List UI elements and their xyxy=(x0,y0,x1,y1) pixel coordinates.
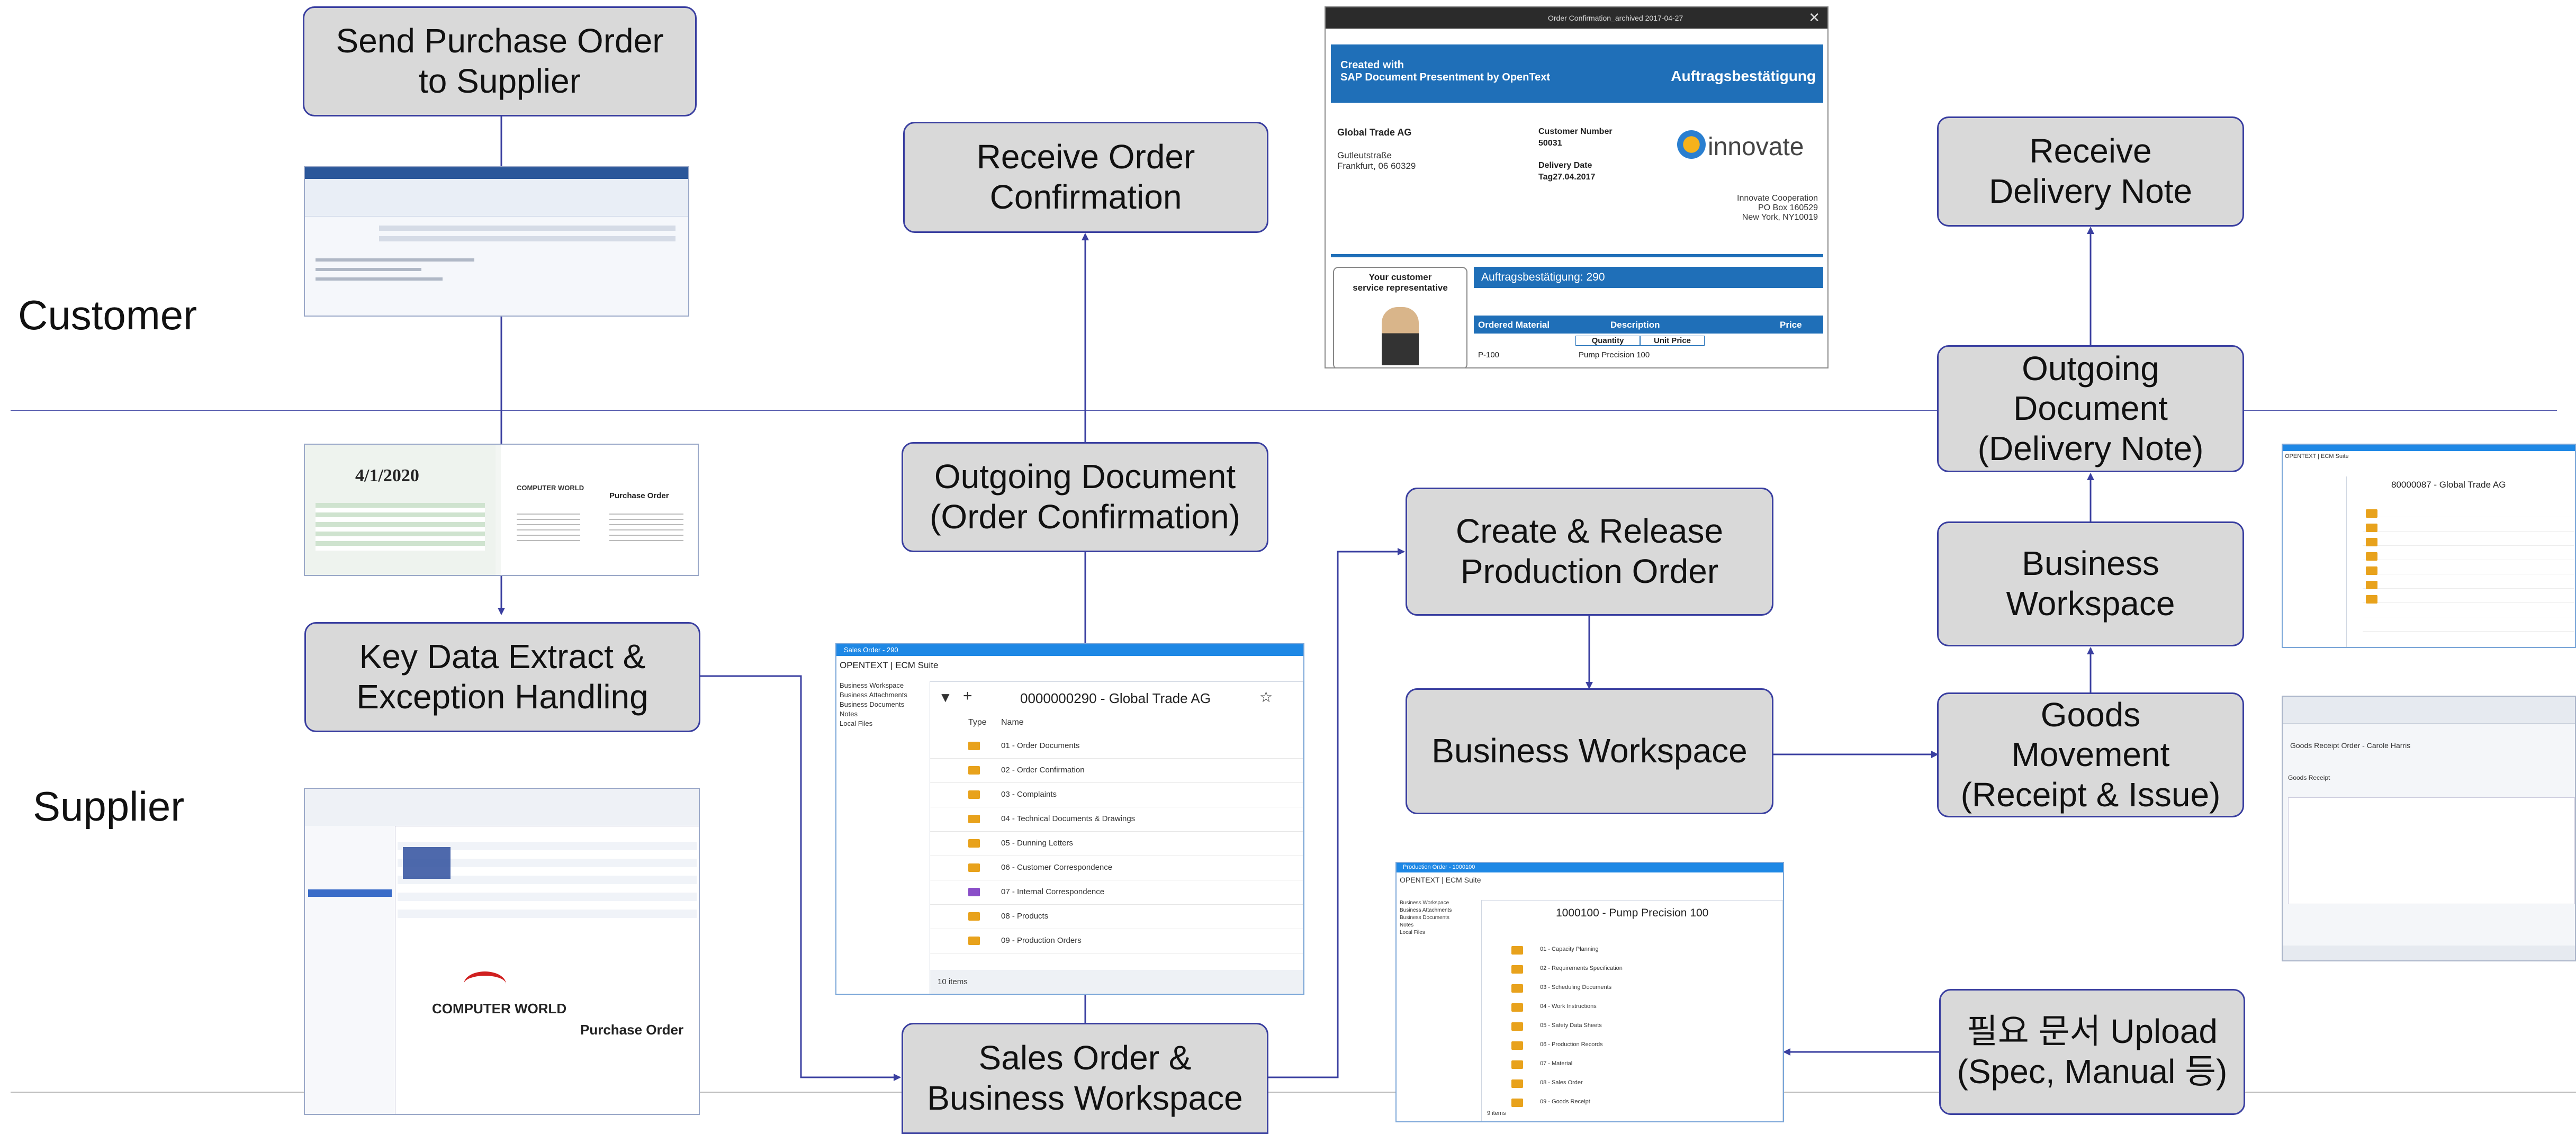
pdf-delivery-date-label: Delivery Date xyxy=(1538,161,1592,170)
star-icon[interactable]: ☆ xyxy=(1259,688,1273,706)
outlook-email-thumbnail xyxy=(304,166,689,317)
ecm-prod-nav-1[interactable]: Business Attachments xyxy=(1400,907,1474,915)
ecm-prod-brand: OPENTEXT | ECM Suite xyxy=(1400,876,1481,884)
ecm-production-order-window: Production Order - 1000100 OPENTEXT | EC… xyxy=(1395,862,1784,1122)
ecm-prod-nav-4[interactable]: Local Files xyxy=(1400,930,1474,937)
list-item[interactable]: 03 - Scheduling Documents xyxy=(1540,984,1611,991)
ecm-prod-footer: 9 items xyxy=(1487,1110,1506,1117)
pdf-row-description: Pump Precision 100 xyxy=(1579,350,1650,359)
list-item[interactable]: 01 - Capacity Planning xyxy=(1540,946,1599,952)
key-data-extract-box: Key Data Extract & Exception Handling xyxy=(304,622,700,732)
opentext-business-center-thumbnail: COMPUTER WORLD Purchase Order xyxy=(304,788,700,1115)
ecm-sales-brand: OPENTEXT | ECM Suite xyxy=(840,660,939,670)
table-row[interactable]: 06 - Customer Correspondence xyxy=(930,856,1303,880)
pdf-toolbar-title: Order Confirmation_archived 2017-04-27 xyxy=(1548,14,1683,22)
outgoing-delivery-note-box: Outgoing Document (Delivery Note) xyxy=(1937,345,2244,472)
ecm-prod-header: 1000100 - Pump Precision 100 xyxy=(1556,907,1709,919)
goods-movement-box: Goods Movement (Receipt & Issue) xyxy=(1937,692,2244,817)
scan-company: COMPUTER WORLD xyxy=(517,484,584,492)
table-row[interactable]: 01 - Order Documents xyxy=(930,734,1303,759)
pdf-rep-label: Your customer service representative xyxy=(1353,272,1448,293)
list-item[interactable]: 05 - Safety Data Sheets xyxy=(1540,1022,1602,1029)
pdf-created-with: Created with SAP Document Presentment by… xyxy=(1340,59,1551,83)
create-release-production-order-box: Create & Release Production Order xyxy=(1406,488,1773,616)
pdf-col-unit-price: Unit Price xyxy=(1640,336,1705,346)
table-row[interactable]: 04 - Technical Documents & Drawings xyxy=(930,807,1303,832)
ecm-sales-nav-2[interactable]: Business Documents xyxy=(840,700,924,710)
send-purchase-order-box: Send Purchase Order to Supplier xyxy=(303,6,697,116)
sales-order-business-workspace-box: Sales Order & Business Workspace xyxy=(902,1023,1268,1134)
ecm-sales-footer: 10 items xyxy=(938,977,968,986)
ecm-sales-order-window: Sales Order - 290 OPENTEXT | ECM Suite B… xyxy=(835,643,1304,995)
ecm-prod-nav-3[interactable]: Notes xyxy=(1400,922,1474,930)
filter-icon[interactable]: ▼ xyxy=(939,689,952,706)
sap-goods-receipt-window: Goods Receipt Order - Carole Harris Good… xyxy=(2282,696,2576,961)
add-icon[interactable]: + xyxy=(963,687,972,705)
list-item[interactable]: 04 - Work Instructions xyxy=(1540,1003,1597,1010)
representative-photo xyxy=(1382,307,1419,365)
scan-doc-title: Purchase Order xyxy=(609,491,669,500)
ecm-delivery-workspace-window: OPENTEXT | ECM Suite 80000087 - Global T… xyxy=(2282,444,2576,648)
pdf-confirmation-title: Auftragsbestätigung: 290 xyxy=(1481,271,1605,283)
receive-delivery-note-box: Receive Delivery Note xyxy=(1937,116,2244,227)
innovate-logo-icon xyxy=(1677,130,1706,159)
ecm-sales-nav-1[interactable]: Business Attachments xyxy=(840,691,924,700)
ecm-right-brand: OPENTEXT | ECM Suite xyxy=(2285,453,2349,460)
table-row[interactable]: 05 - Dunning Letters xyxy=(930,831,1303,856)
list-item[interactable]: 08 - Sales Order xyxy=(1540,1079,1583,1086)
receive-order-confirmation-box: Receive Order Confirmation xyxy=(903,122,1268,233)
table-row[interactable]: 07 - Internal Correspondence xyxy=(930,880,1303,905)
bc-company: COMPUTER WORLD xyxy=(432,1001,567,1016)
sap-gr-title: Goods Receipt Order - Carole Harris xyxy=(2290,741,2411,750)
order-confirmation-pdf-thumbnail: Order Confirmation_archived 2017-04-27 ✕… xyxy=(1325,6,1829,368)
pdf-row-material: P-100 xyxy=(1478,350,1500,359)
ecm-sales-header: 0000000290 - Global Trade AG xyxy=(1020,690,1211,706)
pdf-sender-address: Gutleutstraße Frankfurt, 06 60329 xyxy=(1337,150,1416,171)
list-item[interactable]: 09 - Goods Receipt xyxy=(1540,1099,1590,1105)
sap-gr-status: Goods Receipt xyxy=(2288,774,2330,781)
document-upload-box: 필요 문서 Upload (Spec, Manual 등) xyxy=(1939,989,2245,1115)
ecm-sales-nav-0[interactable]: Business Workspace xyxy=(840,681,924,691)
pdf-sender-name: Global Trade AG xyxy=(1337,127,1412,138)
bc-doc-title: Purchase Order xyxy=(580,1022,684,1038)
list-item[interactable]: 02 - Requirements Specification xyxy=(1540,965,1623,971)
ecm-prod-nav-2[interactable]: Business Documents xyxy=(1400,915,1474,922)
pdf-col-price: Price xyxy=(1780,320,1802,330)
pdf-col-description: Description xyxy=(1610,320,1660,330)
scan-date: 4/1/2020 xyxy=(355,466,419,485)
ecm-right-header: 80000087 - Global Trade AG xyxy=(2391,480,2506,490)
ecm-sales-col-name: Name xyxy=(1001,718,1024,727)
table-row[interactable]: 03 - Complaints xyxy=(930,782,1303,807)
pdf-customer-number: 50031 xyxy=(1538,139,1562,148)
ecm-prod-window-title: Production Order - 1000100 xyxy=(1403,864,1475,870)
pdf-toolbar: Order Confirmation_archived 2017-04-27 ✕ xyxy=(1326,7,1827,29)
pdf-doc-type: Auftragsbestätigung xyxy=(1671,68,1816,84)
pdf-col-quantity: Quantity xyxy=(1575,336,1640,346)
pdf-delivery-date: Tag27.04.2017 xyxy=(1538,173,1596,182)
pdf-logo-text: innovate xyxy=(1708,133,1804,161)
ecm-prod-nav-0[interactable]: Business Workspace xyxy=(1400,900,1474,907)
close-icon[interactable]: ✕ xyxy=(1808,10,1820,26)
ecm-sales-col-type: Type xyxy=(968,718,987,727)
ecm-sales-nav-3[interactable]: Notes xyxy=(840,710,924,719)
ecm-sales-window-title: Sales Order - 290 xyxy=(844,646,898,654)
business-workspace-box: Business Workspace xyxy=(1406,688,1773,814)
outgoing-order-confirmation-box: Outgoing Document (Order Confirmation) xyxy=(902,442,1268,552)
list-item[interactable]: 06 - Production Records xyxy=(1540,1041,1603,1048)
scanned-po-thumbnail: 4/1/2020 COMPUTER WORLD Purchase Order xyxy=(304,444,699,576)
supplier-business-workspace-box: Business Workspace xyxy=(1937,521,2244,646)
pdf-col-material: Ordered Material xyxy=(1478,320,1550,330)
pdf-customer-number-label: Customer Number xyxy=(1538,127,1613,136)
table-row[interactable]: 02 - Order Confirmation xyxy=(930,758,1303,783)
ecm-sales-nav-4[interactable]: Local Files xyxy=(840,719,924,729)
pdf-recipient-address: Innovate Cooperation PO Box 160529 New Y… xyxy=(1737,194,1818,222)
list-item[interactable]: 07 - Material xyxy=(1540,1060,1572,1067)
table-row[interactable]: 08 - Products xyxy=(930,904,1303,929)
table-row[interactable]: 09 - Production Orders xyxy=(930,929,1303,953)
